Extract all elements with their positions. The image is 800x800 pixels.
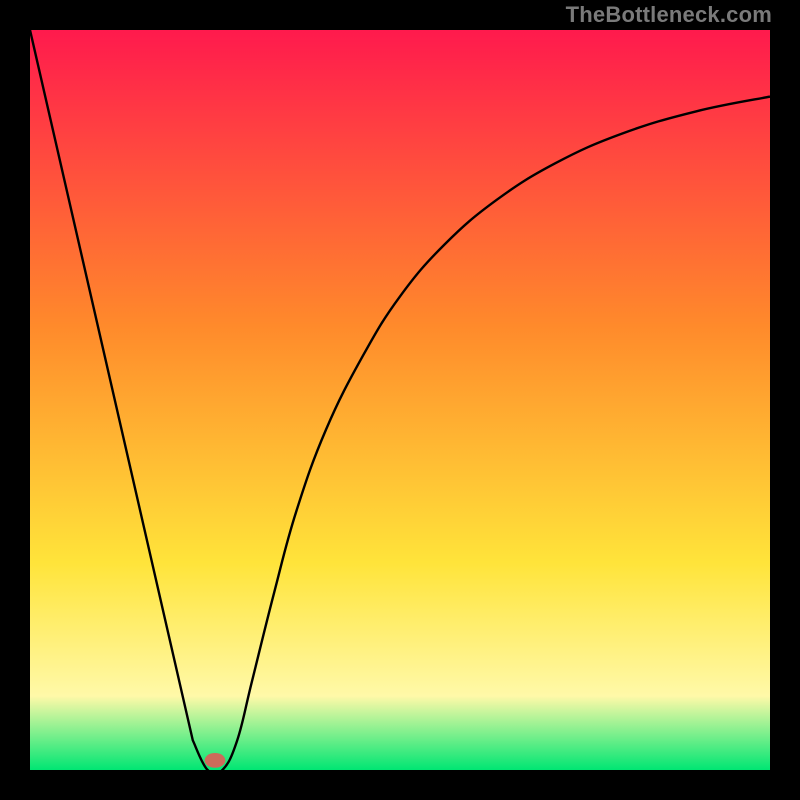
plot-area: [30, 30, 770, 770]
chart-frame: TheBottleneck.com: [0, 0, 800, 800]
marker-dot: [205, 753, 226, 768]
gradient-background: [30, 30, 770, 770]
chart-svg: [30, 30, 770, 770]
watermark-text: TheBottleneck.com: [566, 2, 772, 28]
